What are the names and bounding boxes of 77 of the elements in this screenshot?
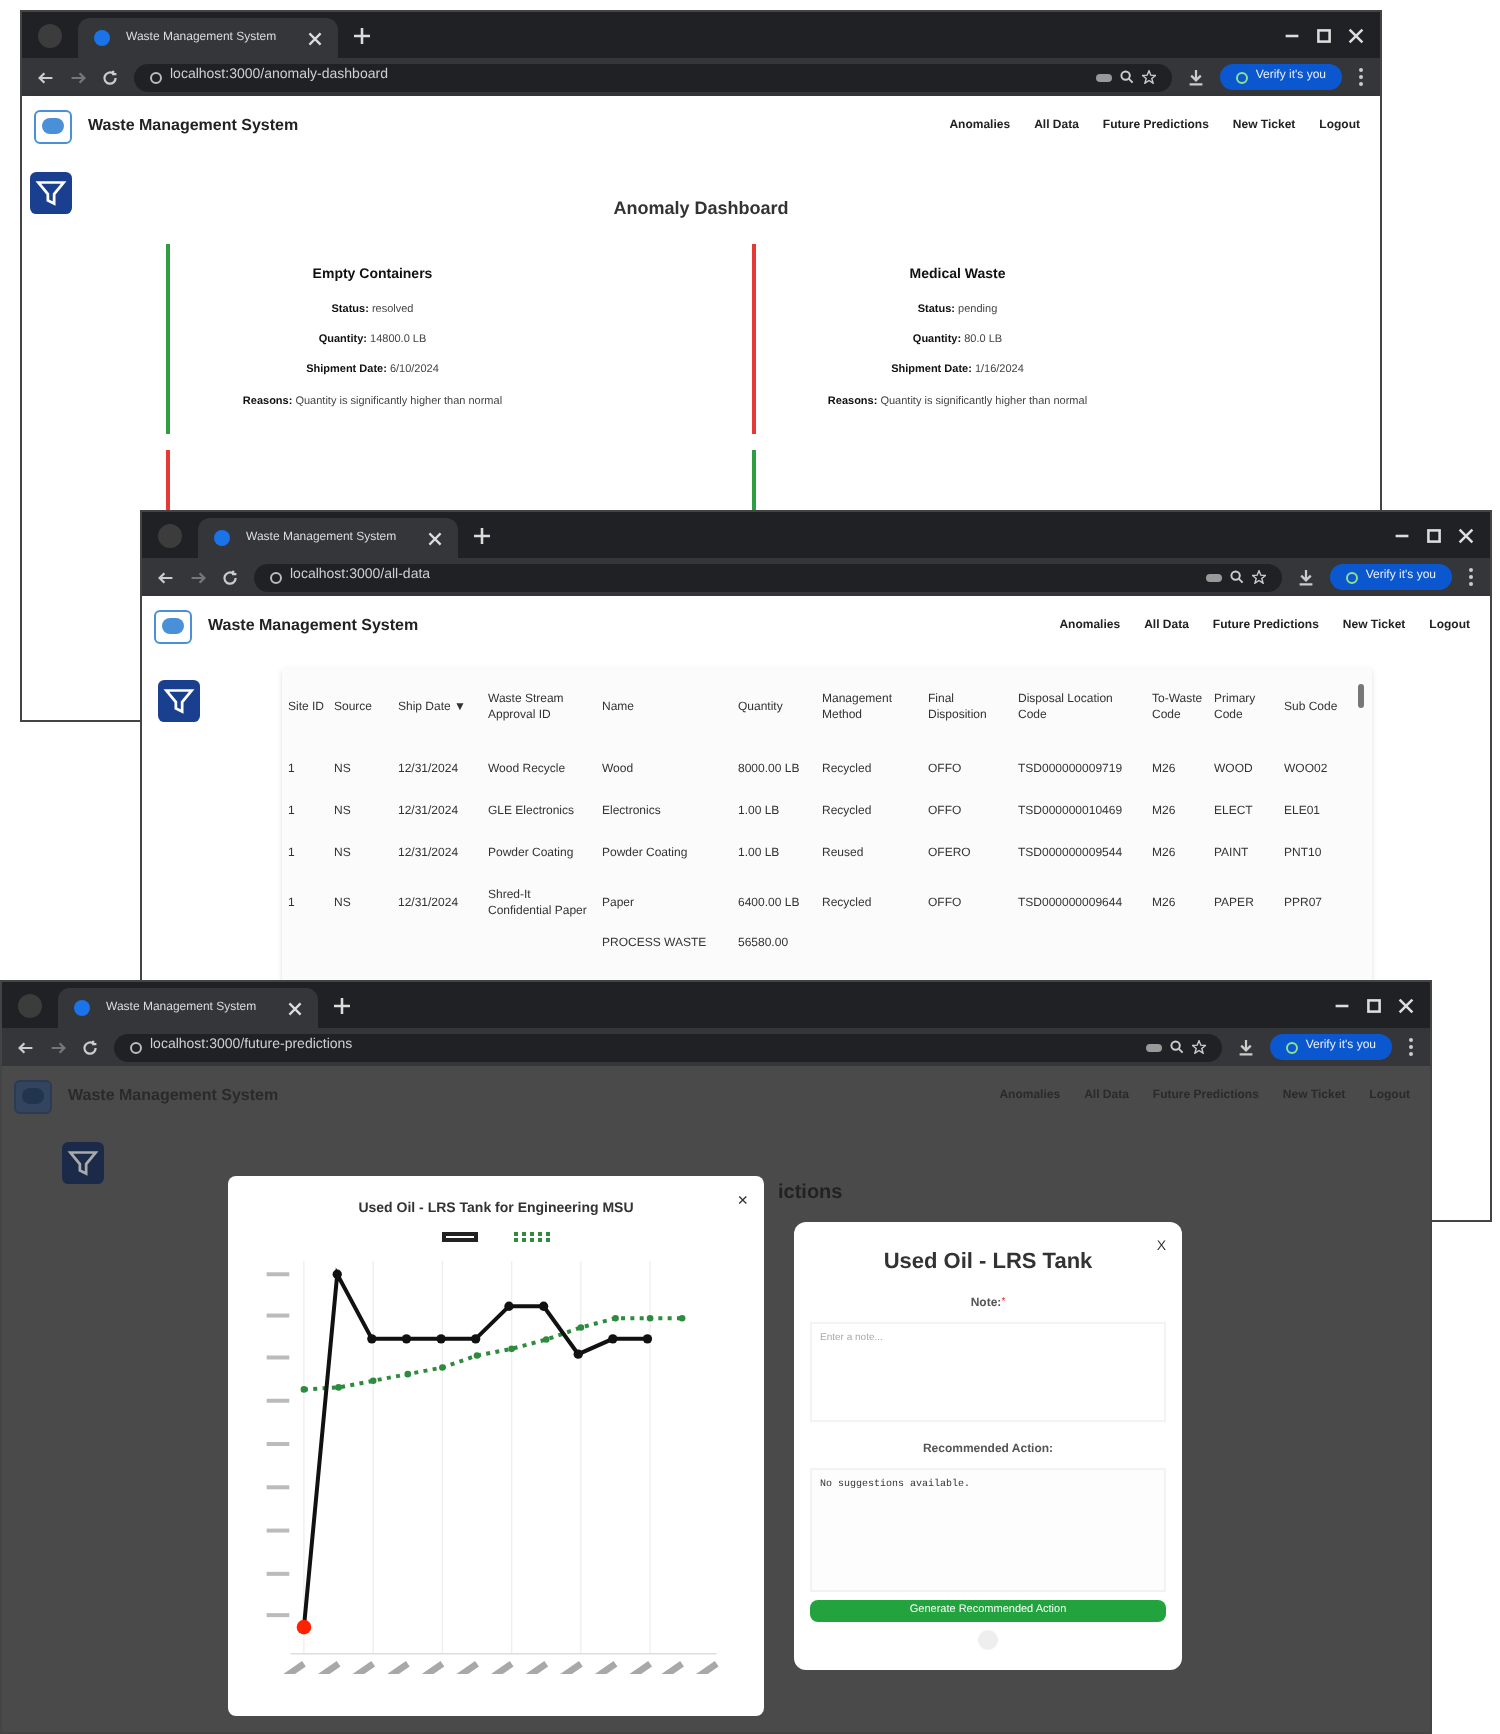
- star-icon[interactable]: [1251, 570, 1266, 584]
- search-icon[interactable]: [1229, 570, 1244, 584]
- forward-icon[interactable]: [50, 1039, 66, 1055]
- more-icon[interactable]: [1468, 568, 1474, 586]
- data-point: [438, 1363, 445, 1370]
- new-tab-icon[interactable]: [474, 527, 490, 543]
- filter-icon[interactable]: [30, 172, 72, 214]
- modal-title: Used Oil - LRS Tank: [883, 1248, 1093, 1278]
- data-point: [507, 1344, 514, 1352]
- data-point: [641, 1333, 652, 1343]
- logo-icon: [154, 609, 192, 643]
- data-point: [331, 1268, 341, 1278]
- site-info-icon[interactable]: [150, 71, 162, 83]
- logo-icon: [14, 1079, 52, 1113]
- more-icon[interactable]: [1358, 68, 1364, 86]
- data-point: [541, 1335, 549, 1342]
- scrollbar[interactable]: [1358, 684, 1364, 708]
- data-point: [400, 1333, 411, 1343]
- restore-icon[interactable]: [1426, 527, 1442, 543]
- app-title: Waste Management System: [208, 614, 419, 638]
- data-point: [572, 1348, 582, 1358]
- reload-icon[interactable]: [222, 569, 238, 585]
- reload-icon[interactable]: [82, 1039, 98, 1055]
- favicon-icon: [74, 1000, 90, 1016]
- close-button[interactable]: ×: [737, 1188, 748, 1215]
- download-icon[interactable]: [1297, 569, 1314, 585]
- filter-icon[interactable]: [158, 680, 200, 722]
- data-point: [472, 1351, 480, 1358]
- favicon-icon: [94, 30, 110, 46]
- data-point: [503, 1300, 513, 1310]
- data-point: [403, 1369, 411, 1377]
- logo-icon: [34, 109, 72, 143]
- data-point: [607, 1333, 617, 1343]
- app-title: Waste Management System: [88, 114, 299, 138]
- forward-icon[interactable]: [70, 69, 86, 85]
- page-heading: Anomaly Dashboard: [611, 196, 791, 222]
- back-icon[interactable]: [158, 569, 174, 585]
- profile-icon: [1285, 1041, 1298, 1053]
- star-icon[interactable]: [1191, 1040, 1206, 1054]
- data-point: [611, 1313, 618, 1321]
- download-icon[interactable]: [1237, 1039, 1254, 1055]
- data-point: [576, 1323, 584, 1330]
- back-icon[interactable]: [18, 1039, 34, 1055]
- more-icon[interactable]: [1408, 1038, 1414, 1056]
- search-icon[interactable]: [1119, 70, 1134, 84]
- back-icon[interactable]: [38, 69, 54, 85]
- download-icon[interactable]: [1187, 69, 1204, 85]
- filter-icon[interactable]: [62, 1142, 104, 1184]
- data-point: [677, 1313, 685, 1321]
- favicon-icon: [214, 530, 230, 546]
- forward-icon[interactable]: [190, 569, 206, 585]
- data-point: [366, 1333, 376, 1343]
- star-icon[interactable]: [1141, 70, 1156, 84]
- close-icon[interactable]: [288, 1001, 302, 1015]
- restore-icon[interactable]: [1316, 27, 1332, 43]
- data-point: [645, 1313, 653, 1321]
- data-point: [537, 1300, 548, 1310]
- profile-icon: [1345, 571, 1358, 583]
- restore-icon[interactable]: [1366, 997, 1382, 1013]
- close-icon[interactable]: [1348, 27, 1364, 43]
- search-icon[interactable]: [1169, 1040, 1184, 1054]
- close-icon[interactable]: [308, 31, 322, 45]
- data-point: [368, 1376, 376, 1384]
- profile-icon: [1235, 71, 1248, 83]
- data-point: [470, 1333, 480, 1343]
- new-tab-icon[interactable]: [334, 997, 350, 1013]
- data-point: [299, 1385, 307, 1392]
- site-info-icon[interactable]: [130, 1041, 142, 1053]
- close-icon[interactable]: [1398, 997, 1414, 1013]
- data-point: [334, 1383, 341, 1390]
- new-tab-icon[interactable]: [354, 27, 370, 43]
- close-icon[interactable]: [428, 531, 442, 545]
- data-point: [435, 1333, 445, 1343]
- data-point: [295, 1618, 311, 1634]
- reload-icon[interactable]: [102, 69, 118, 85]
- close-icon[interactable]: [1458, 527, 1474, 543]
- site-info-icon[interactable]: [270, 571, 282, 583]
